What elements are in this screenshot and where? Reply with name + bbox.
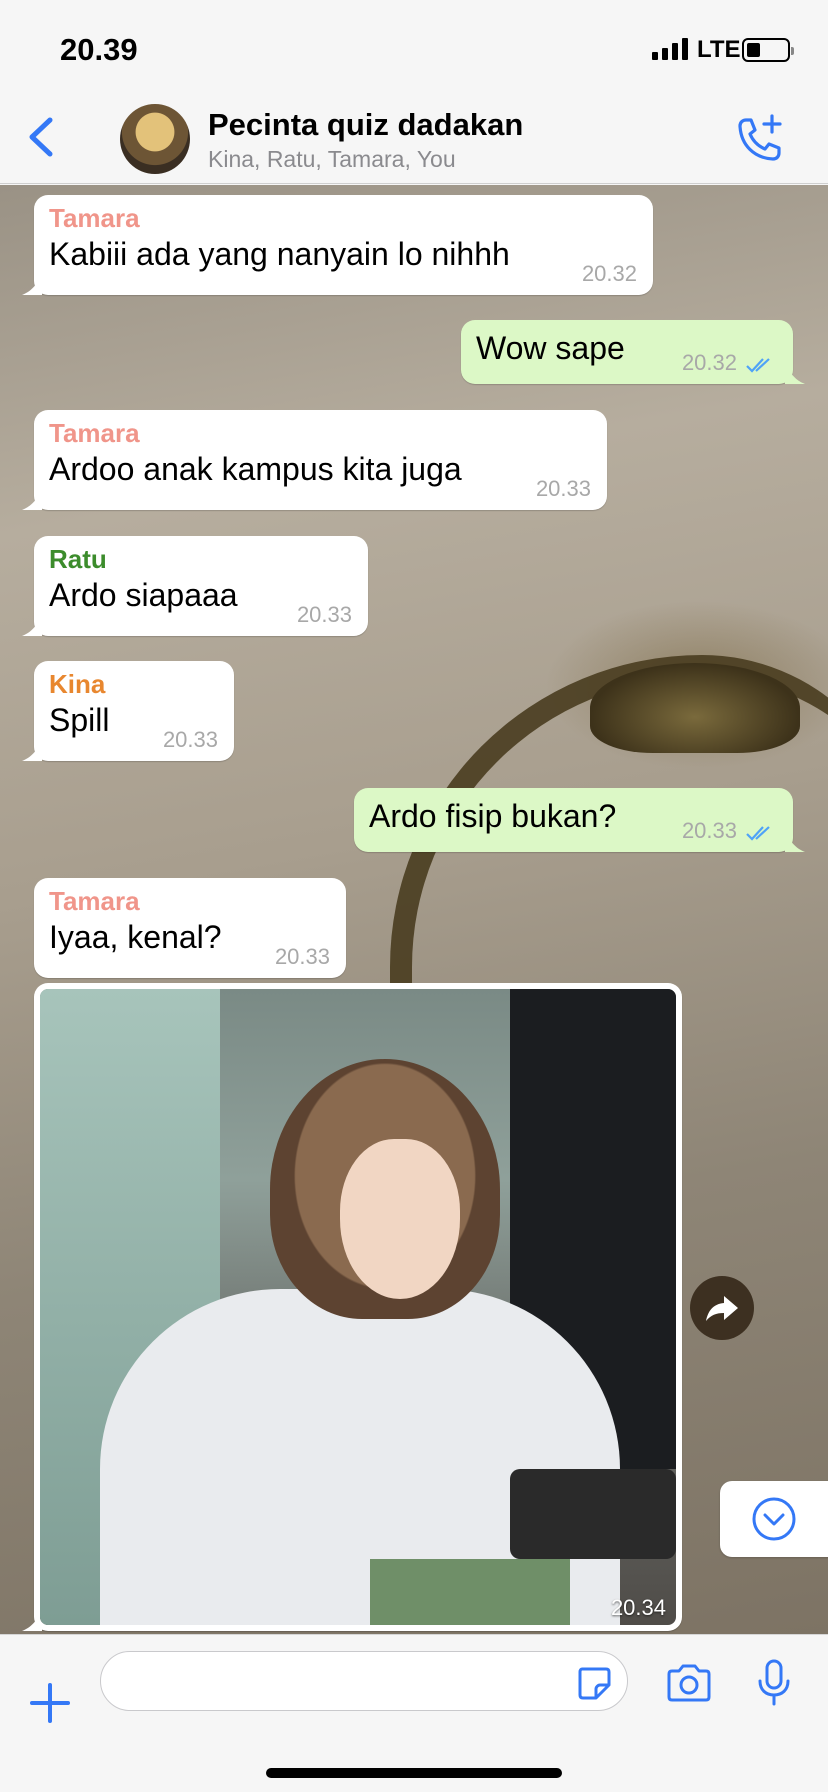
- add-call-icon[interactable]: [730, 112, 786, 168]
- message-time: 20.33: [162, 727, 218, 752]
- battery-icon: [742, 38, 794, 62]
- status-time: 20.39: [60, 32, 138, 67]
- home-indicator[interactable]: [266, 1768, 562, 1778]
- message-time: 20.33: [296, 602, 352, 627]
- message-time: 20.32: [581, 261, 637, 286]
- microphone-icon[interactable]: [756, 1659, 792, 1707]
- photo-stove: [370, 1559, 570, 1625]
- chevron-left-icon[interactable]: [22, 112, 62, 162]
- shared-photo[interactable]: 20.34: [40, 989, 676, 1625]
- sticker-icon[interactable]: [576, 1665, 612, 1701]
- message-bubble[interactable]: Tamara Iyaa, kenal? 20.33: [34, 878, 346, 978]
- message-bubble[interactable]: Ratu Ardo siapaaa 20.33: [22, 536, 368, 636]
- message-bubble[interactable]: Wow sape 20.32: [461, 320, 805, 384]
- group-members[interactable]: Kina, Ratu, Tamara, You: [208, 146, 456, 173]
- message-time: 20.33: [274, 944, 330, 969]
- read-receipt-icon: [746, 358, 770, 373]
- photo-face: [340, 1139, 460, 1299]
- scroll-down-button[interactable]: [720, 1481, 828, 1557]
- message-time: 20.32: [681, 350, 737, 375]
- plus-icon[interactable]: [26, 1679, 74, 1727]
- photo-pan: [510, 1469, 676, 1559]
- sender-name[interactable]: Tamara: [49, 886, 330, 917]
- network-label: LTE: [697, 36, 741, 63]
- chat-area[interactable]: Tamara Kabiii ada yang nanyain lo nihhh …: [0, 185, 828, 1634]
- sender-name[interactable]: Tamara: [49, 418, 591, 449]
- message-time: 20.33: [535, 476, 591, 501]
- message-bubble[interactable]: Tamara Ardoo anak kampus kita juga 20.33: [22, 410, 607, 510]
- forward-icon: [706, 1296, 738, 1321]
- status-bar: 20.39 LTE: [0, 0, 828, 92]
- message-text: Kabiii ada yang nanyain lo nihhh: [49, 236, 510, 272]
- message-bubble[interactable]: Ardo fisip bukan? 20.33: [354, 788, 805, 852]
- forward-button[interactable]: [690, 1276, 754, 1340]
- photo-message[interactable]: 20.34: [22, 983, 682, 1631]
- group-avatar[interactable]: [120, 104, 190, 174]
- message-time: 20.33: [681, 818, 737, 843]
- read-receipt-icon: [746, 826, 770, 841]
- message-text: Ardoo anak kampus kita juga: [49, 451, 462, 487]
- group-title[interactable]: Pecinta quiz dadakan: [208, 107, 523, 143]
- message-bubble[interactable]: Tamara Kabiii ada yang nanyain lo nihhh …: [22, 195, 653, 295]
- signal-icon: [652, 38, 688, 60]
- wallpaper-ornament: [590, 663, 800, 753]
- message-input[interactable]: [100, 1651, 628, 1711]
- sender-name[interactable]: Ratu: [49, 544, 352, 575]
- camera-icon[interactable]: [665, 1663, 713, 1703]
- sender-name[interactable]: Kina: [49, 669, 218, 700]
- chevron-down-circle-icon: [752, 1497, 796, 1541]
- message-time: 20.34: [610, 1595, 666, 1620]
- sender-name[interactable]: Tamara: [49, 203, 637, 234]
- chat-header: Pecinta quiz dadakan Kina, Ratu, Tamara,…: [0, 92, 828, 184]
- message-bubble[interactable]: Kina Spill 20.33: [22, 661, 234, 761]
